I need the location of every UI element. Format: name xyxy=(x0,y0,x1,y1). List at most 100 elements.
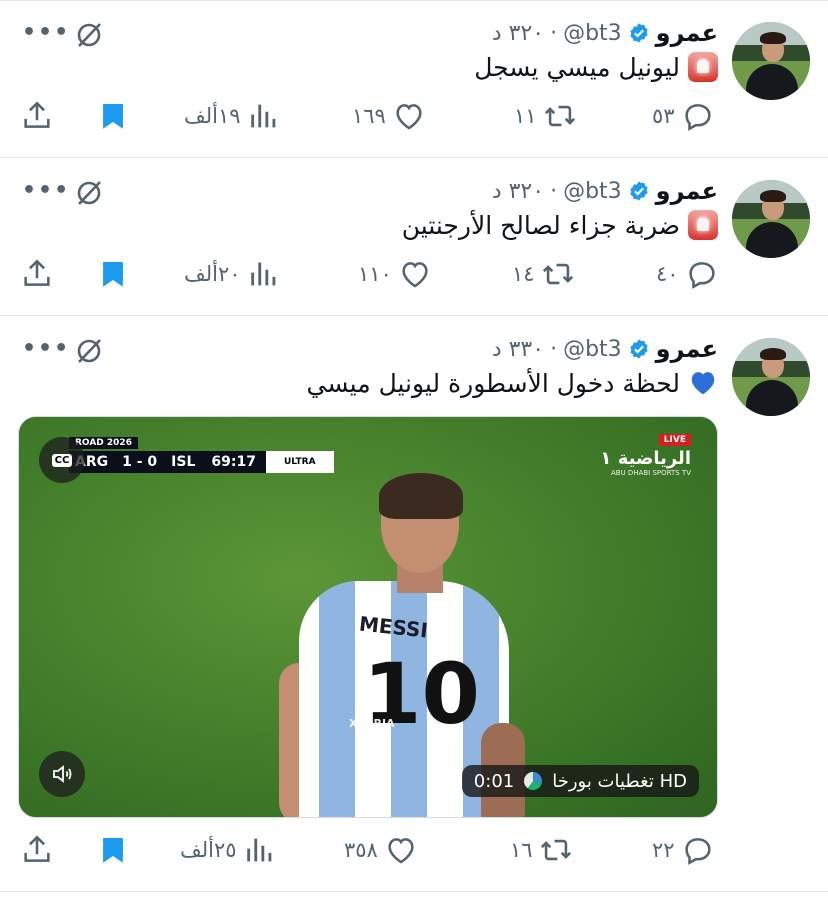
video-info-pill: 0:01 تغطيات بورخا HD xyxy=(461,765,699,797)
mute-button[interactable] xyxy=(39,751,85,797)
views-count: ٢٥ألف xyxy=(180,838,237,862)
more-options-icon[interactable]: ••• xyxy=(22,20,70,45)
retweet-count: ١٤ xyxy=(512,262,535,286)
bookmark-icon xyxy=(103,261,123,287)
match-clock: 69:17 xyxy=(201,451,266,473)
like-count: ١١٠ xyxy=(358,262,392,286)
share-button[interactable] xyxy=(20,254,54,294)
tweet[interactable]: عمرو @bt3 · ٣٢٠ د ••• ليونيل ميسي يسجل ٥… xyxy=(0,0,828,158)
tweet[interactable]: عمرو @bt3 · ٣٣٠ د ••• لحظة دخول الأسطورة… xyxy=(0,316,828,892)
captions-icon: CC xyxy=(51,453,73,467)
author-handle[interactable]: @bt3 xyxy=(563,21,622,46)
tweet-text: ضربة جزاء لصالح الأرجنتين xyxy=(402,210,718,240)
retweet-button[interactable]: ١٤ xyxy=(512,254,575,294)
video-player[interactable]: ROAD 2026 ARG 1 - 0 ISL 69:17 ULTRA CC L… xyxy=(18,416,718,818)
timestamp[interactable]: ٣٢٠ د xyxy=(492,21,544,46)
bookmark-button[interactable] xyxy=(96,830,130,870)
away-team: ISL xyxy=(165,451,202,473)
reply-count: ٥٣ xyxy=(652,104,675,128)
verified-badge-icon xyxy=(630,339,648,359)
share-icon xyxy=(24,259,50,286)
blue-heart-icon xyxy=(691,372,715,395)
author-handle[interactable]: @bt3 xyxy=(563,179,622,204)
bookmark-icon xyxy=(103,103,123,129)
avatar[interactable] xyxy=(732,338,810,416)
separator-dot: · xyxy=(550,336,558,362)
like-button[interactable]: ١١٠ xyxy=(358,254,432,294)
score: 1 - 0 xyxy=(114,451,166,473)
reply-count: ٢٢ xyxy=(652,838,675,862)
reply-button[interactable]: ٥٣ xyxy=(652,96,715,136)
channel-subtitle: ABU DHABI SPORTS TV xyxy=(610,469,691,477)
tweet-text-content: ضربة جزاء لصالح الأرجنتين xyxy=(401,210,680,240)
like-button[interactable]: ١٦٩ xyxy=(352,96,426,136)
views-button[interactable]: ٢٥ألف xyxy=(180,830,277,870)
views-button[interactable]: ٢٠ألف xyxy=(184,254,281,294)
scoreboard: ARG 1 - 0 ISL 69:17 ULTRA xyxy=(69,451,334,473)
like-button[interactable]: ٣٥٨ xyxy=(344,830,418,870)
reply-button[interactable]: ٤٠ xyxy=(656,254,719,294)
retweet-count: ١٦ xyxy=(510,838,533,862)
tweet-text: ليونيل ميسي يسجل xyxy=(474,52,718,82)
tweet[interactable]: عمرو @bt3 · ٣٢٠ د ••• ضربة جزاء لصالح ال… xyxy=(0,158,828,316)
tweet-text-content: لحظة دخول الأسطورة ليونيل ميسي xyxy=(306,368,680,398)
ultra-badge: ULTRA xyxy=(265,451,334,473)
more-options-icon[interactable]: ••• xyxy=(22,178,70,203)
share-icon xyxy=(24,101,50,128)
captions-button[interactable]: CC xyxy=(39,437,85,483)
tweet-header: عمرو @bt3 · ٣٣٠ د xyxy=(492,334,718,364)
tweet-text-content: ليونيل ميسي يسجل xyxy=(474,52,680,82)
tweet-header: عمرو @bt3 · ٣٢٠ د xyxy=(492,18,718,48)
reply-icon xyxy=(684,838,711,865)
video-source[interactable]: تغطيات بورخا HD xyxy=(552,771,687,792)
retweet-count: ١١ xyxy=(514,104,537,128)
tweet-actions: ٤٠ ١٤ ١١٠ ٢٠ألف xyxy=(0,254,828,294)
author-name[interactable]: عمرو xyxy=(656,177,718,205)
verified-badge-icon xyxy=(630,181,648,201)
retweet-button[interactable]: ١٦ xyxy=(510,830,573,870)
separator-dot: · xyxy=(550,178,558,204)
reply-icon xyxy=(688,262,715,289)
tweet-actions: ٢٢ ١٦ ٣٥٨ ٢٥ألف xyxy=(0,830,828,870)
rotating-light-icon xyxy=(688,210,718,240)
grok-icon[interactable] xyxy=(74,20,104,50)
bookmark-button[interactable] xyxy=(96,254,130,294)
verified-badge-icon xyxy=(630,23,648,43)
retweet-icon xyxy=(542,263,573,285)
retweet-icon xyxy=(544,105,575,127)
channel-name: الرياضية ١ xyxy=(600,448,691,469)
author-name[interactable]: عمرو xyxy=(656,19,718,47)
grok-icon[interactable] xyxy=(74,336,104,366)
views-count: ٢٠ألف xyxy=(184,262,241,286)
heart-icon xyxy=(388,838,414,864)
tweet-header: عمرو @bt3 · ٣٢٠ د xyxy=(492,176,718,206)
views-button[interactable]: ١٩ألف xyxy=(184,96,281,136)
separator-dot: · xyxy=(550,20,558,46)
share-button[interactable] xyxy=(20,830,54,870)
tweet-text: لحظة دخول الأسطورة ليونيل ميسي xyxy=(307,368,718,398)
share-button[interactable] xyxy=(20,96,54,136)
retweet-icon xyxy=(540,839,571,861)
author-handle[interactable]: @bt3 xyxy=(563,337,622,362)
bookmark-icon xyxy=(103,837,123,863)
like-count: ٣٥٨ xyxy=(344,838,378,862)
avatar[interactable] xyxy=(732,180,810,258)
bookmark-button[interactable] xyxy=(96,96,130,136)
timestamp[interactable]: ٣٢٠ د xyxy=(492,179,544,204)
analytics-icon xyxy=(250,104,275,128)
reply-count: ٤٠ xyxy=(656,262,679,286)
timestamp[interactable]: ٣٣٠ د xyxy=(492,337,544,362)
retweet-button[interactable]: ١١ xyxy=(514,96,577,136)
like-count: ١٦٩ xyxy=(352,104,386,128)
live-badge: LIVE xyxy=(658,434,691,446)
reply-icon xyxy=(684,104,711,131)
analytics-icon xyxy=(246,838,271,862)
more-options-icon[interactable]: ••• xyxy=(22,336,70,361)
tweet-actions: ٥٣ ١١ ١٦٩ ١٩ألف xyxy=(0,96,828,136)
grok-icon[interactable] xyxy=(74,178,104,208)
author-name[interactable]: عمرو xyxy=(656,335,718,363)
speaker-icon xyxy=(53,765,72,783)
analytics-icon xyxy=(250,262,275,286)
reply-button[interactable]: ٢٢ xyxy=(652,830,715,870)
avatar[interactable] xyxy=(732,22,810,100)
